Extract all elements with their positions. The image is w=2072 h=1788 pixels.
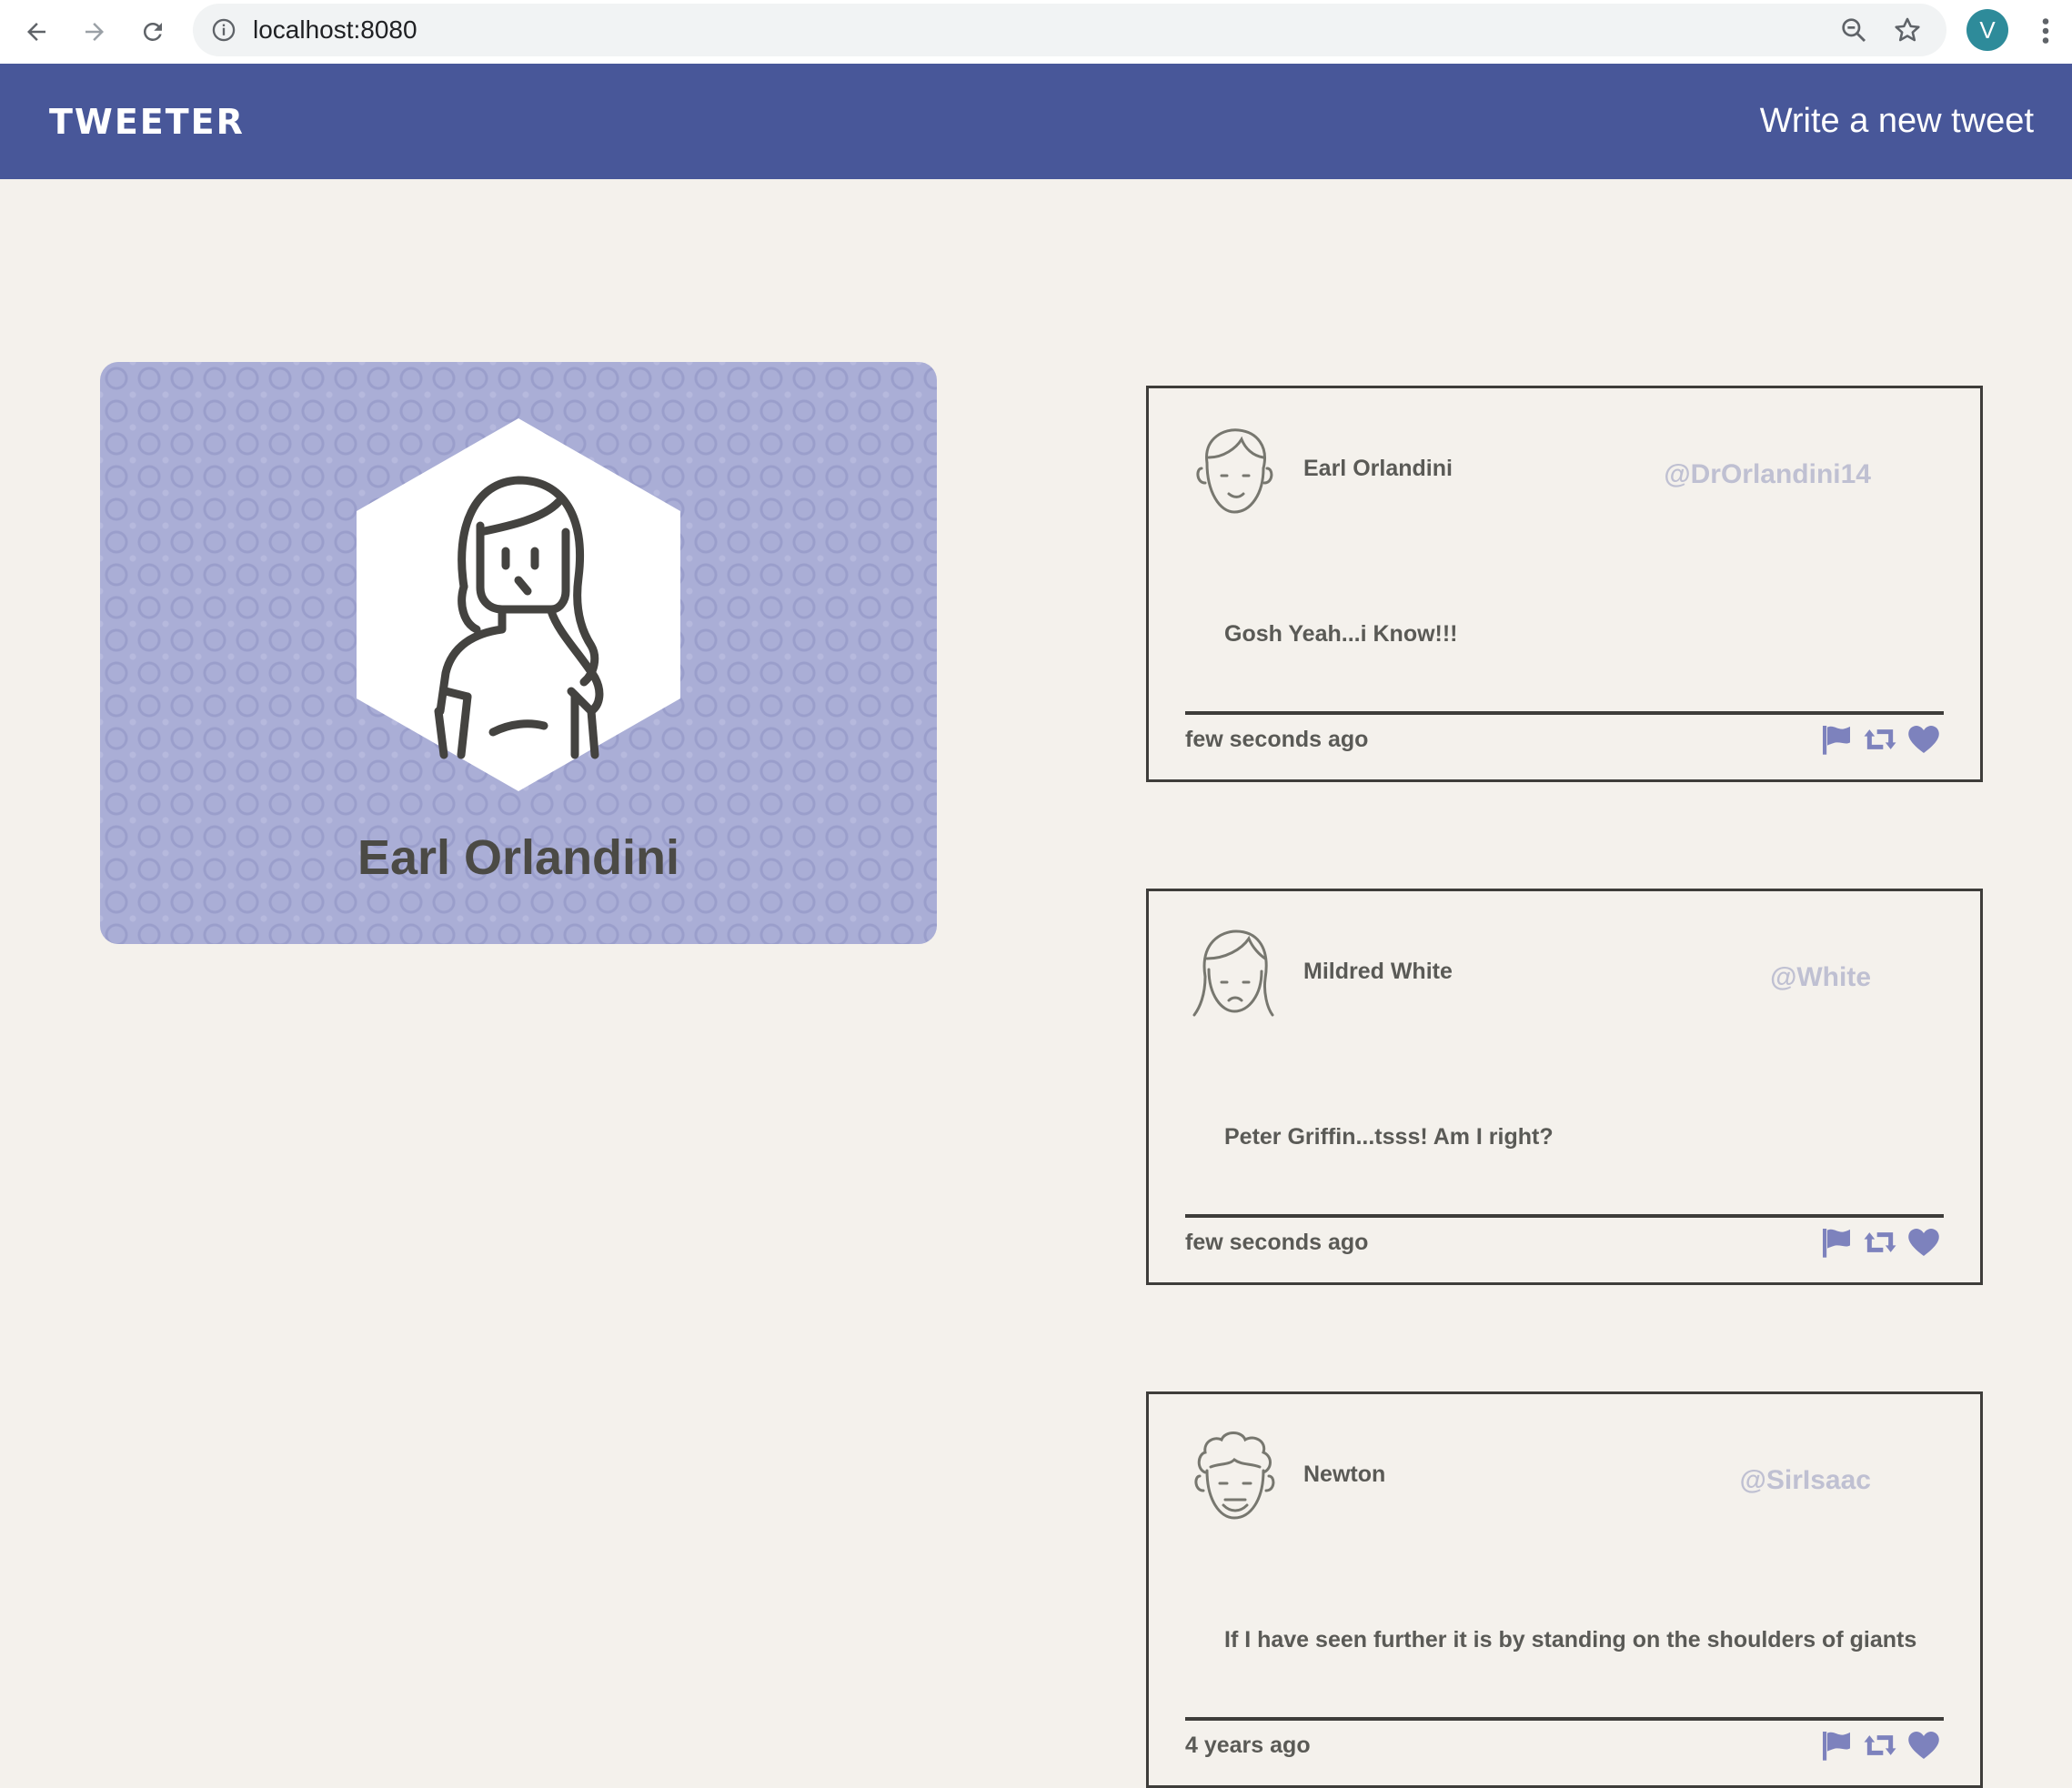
retweet-icon[interactable] <box>1862 721 1898 758</box>
tweet-timestamp: 4 years ago <box>1185 1733 1311 1758</box>
woman-avatar-icon <box>357 418 680 791</box>
address-bar[interactable]: localhost:8080 <box>193 4 1946 56</box>
tweet-text: Peter Griffin...tsss! Am I right? <box>1224 1124 1554 1150</box>
arrow-left-icon <box>27 23 45 41</box>
arrow-right-icon <box>85 23 104 41</box>
tweet-actions <box>1818 1224 1942 1261</box>
url-text[interactable]: localhost:8080 <box>253 15 417 45</box>
man-avatar-icon <box>1196 428 1273 514</box>
reload-icon <box>143 22 162 41</box>
profile-card: Earl Orlandini <box>100 362 937 944</box>
profile-avatar-hexagon <box>357 418 680 791</box>
app-navbar: TWEETER Write a new tweet <box>0 64 2072 179</box>
tweet-author[interactable]: Newton <box>1303 1462 1385 1488</box>
curly-hair-man-avatar-icon <box>1194 1431 1275 1520</box>
kebab-menu-icon[interactable] <box>2032 15 2059 47</box>
heart-icon[interactable] <box>1906 721 1942 758</box>
heart-icon[interactable] <box>1906 1727 1942 1763</box>
reload-button[interactable] <box>129 8 176 55</box>
tweet-actions <box>1818 721 1942 758</box>
tweet-actions <box>1818 1727 1942 1763</box>
back-button[interactable] <box>13 8 60 55</box>
divider <box>1185 1214 1944 1218</box>
retweet-icon[interactable] <box>1862 1224 1898 1261</box>
woman-avatar-icon <box>1192 929 1274 1017</box>
info-icon[interactable] <box>211 17 236 43</box>
flag-icon[interactable] <box>1818 1224 1855 1261</box>
tweet-author[interactable]: Mildred White <box>1303 959 1453 985</box>
tweet-card: Earl Orlandini @DrOrlandini14 Gosh Yeah.… <box>1146 386 1983 782</box>
browser-toolbar: localhost:8080 V <box>0 0 2072 65</box>
divider <box>1185 711 1944 715</box>
retweet-icon[interactable] <box>1862 1727 1898 1763</box>
tweet-card: Newton @SirIsaac If I have seen further … <box>1146 1391 1983 1788</box>
tweet-text: If I have seen further it is by standing… <box>1224 1627 1917 1652</box>
tweet-handle[interactable]: @White <box>1770 962 1871 993</box>
zoom-icon[interactable] <box>1839 15 1868 45</box>
brand-logo[interactable]: TWEETER <box>49 102 245 142</box>
profile-name: Earl Orlandini <box>357 830 680 885</box>
star-icon[interactable] <box>1892 15 1923 45</box>
tweet-handle[interactable]: @DrOrlandini14 <box>1664 459 1871 490</box>
write-new-tweet-link[interactable]: Write a new tweet <box>1760 102 2034 141</box>
tweet-text: Gosh Yeah...i Know!!! <box>1224 621 1458 647</box>
tweet-handle[interactable]: @SirIsaac <box>1740 1465 1871 1496</box>
tweet-author[interactable]: Earl Orlandini <box>1303 456 1453 482</box>
tweet-timestamp: few seconds ago <box>1185 727 1369 752</box>
flag-icon[interactable] <box>1818 721 1855 758</box>
tweet-card: Mildred White @White Peter Griffin...tss… <box>1146 889 1983 1285</box>
profile-avatar[interactable]: V <box>1966 9 2008 51</box>
heart-icon[interactable] <box>1906 1224 1942 1261</box>
forward-button[interactable] <box>71 8 118 55</box>
tweet-timestamp: few seconds ago <box>1185 1230 1369 1255</box>
flag-icon[interactable] <box>1818 1727 1855 1763</box>
divider <box>1185 1717 1944 1721</box>
